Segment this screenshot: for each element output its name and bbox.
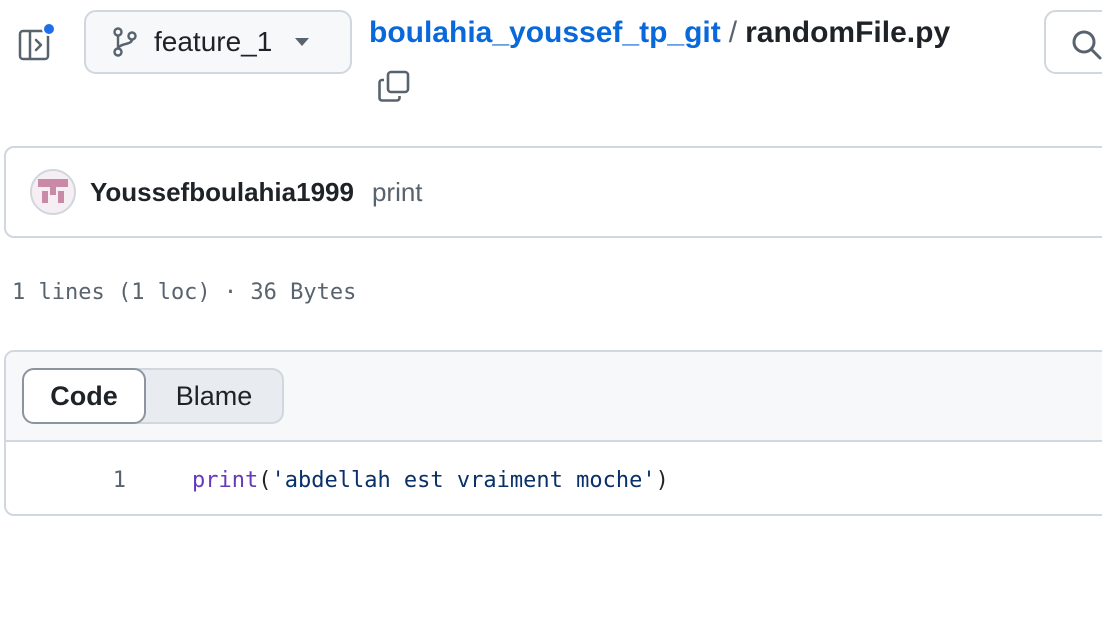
tab-blame[interactable]: Blame — [146, 370, 282, 422]
code-viewer: Code Blame 1 print('abdellah est vraimen… — [4, 350, 1102, 516]
breadcrumb: boulahia_youssef_tp_git / randomFile.py — [369, 16, 950, 50]
code-token-paren-close: ) — [655, 467, 669, 493]
commit-author-link[interactable]: Youssefboulahia1999 — [90, 177, 354, 208]
sidebar-toggle-button[interactable] — [18, 22, 56, 61]
code-token-function: print — [192, 467, 259, 493]
line-number[interactable]: 1 — [6, 468, 126, 493]
search-icon — [1072, 30, 1102, 60]
notification-dot — [42, 22, 56, 36]
git-branch-icon — [113, 27, 137, 57]
tab-code[interactable]: Code — [22, 368, 146, 424]
code-token-string: 'abdellah est vraiment moche' — [271, 467, 656, 493]
breadcrumb-file-name: randomFile.py — [745, 16, 951, 49]
commit-message-link[interactable]: print — [372, 177, 423, 208]
file-stats: 1 lines (1 loc) · 36 Bytes — [12, 280, 357, 305]
code-token-paren-open: ( — [258, 467, 272, 493]
branch-selector-button[interactable]: feature_1 — [84, 10, 352, 74]
latest-commit-box: Youssefboulahia1999 print — [4, 146, 1102, 238]
identicon-image — [32, 171, 74, 213]
breadcrumb-repo-link[interactable]: boulahia_youssef_tp_git — [369, 16, 721, 50]
branch-name: feature_1 — [154, 26, 273, 57]
view-mode-segmented-control: Code Blame — [22, 368, 284, 424]
copy-path-button[interactable] — [376, 68, 416, 108]
avatar[interactable] — [30, 169, 76, 215]
search-button[interactable] — [1044, 10, 1102, 74]
code-line: 1 print('abdellah est vraiment moche') — [6, 444, 1102, 514]
triangle-down-icon — [295, 38, 310, 46]
code-viewer-header: Code Blame — [6, 352, 1102, 442]
breadcrumb-separator: / — [728, 16, 738, 49]
code-content: print('abdellah est vraiment moche') — [192, 468, 669, 493]
copy-icon — [378, 70, 410, 102]
